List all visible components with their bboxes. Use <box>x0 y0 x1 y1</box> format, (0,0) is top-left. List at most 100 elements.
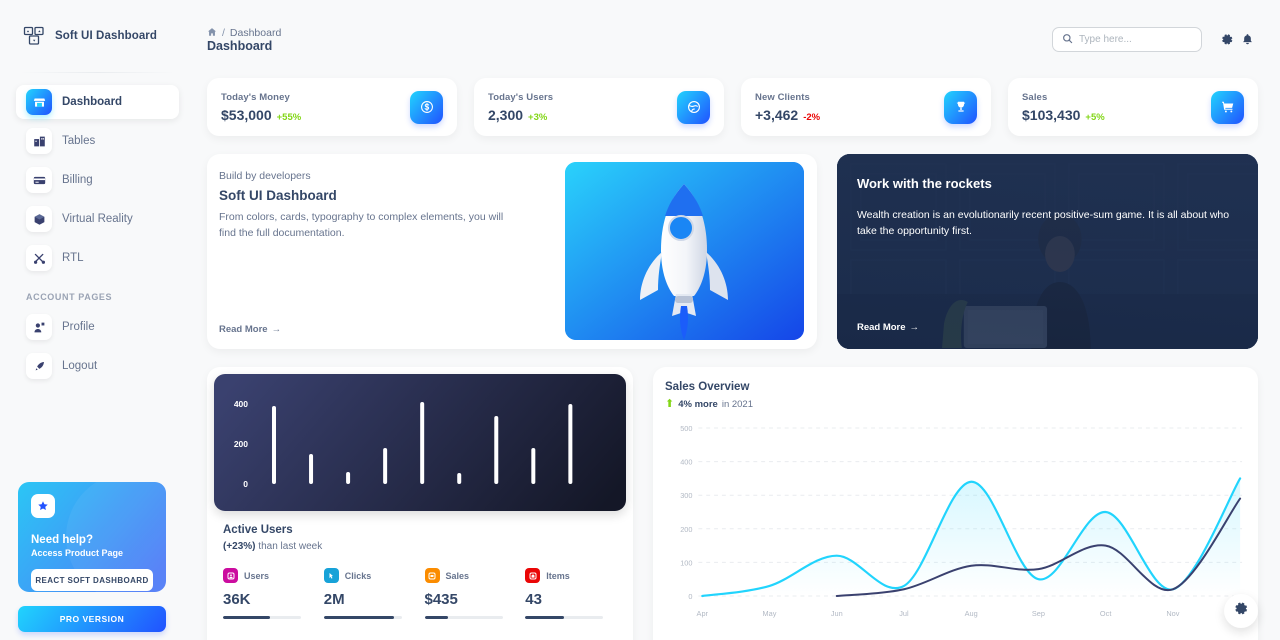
au-stat-name: Sales <box>445 570 470 581</box>
sales-overview-delta-rest: in 2021 <box>721 399 753 410</box>
svg-text:400: 400 <box>234 399 248 409</box>
profile-icon <box>26 314 52 340</box>
trophy-icon <box>944 90 977 124</box>
items-icon <box>525 568 541 583</box>
active-users-bar-chart: 400 200 0 <box>214 374 626 511</box>
react-soft-dashboard-button[interactable]: REACT SOFT DASHBOARD <box>31 569 153 591</box>
gear-icon[interactable] <box>1221 33 1234 51</box>
sales-overview-title: Sales Overview <box>665 381 750 393</box>
stat-label: New Clients <box>755 91 810 103</box>
promo-eyebrow: Build by developers <box>219 170 311 182</box>
svg-text:Apr: Apr <box>697 609 709 618</box>
au-stat-value: 2M <box>323 591 345 608</box>
au-stat-name: Clicks <box>344 570 372 581</box>
stat-label: Today's Money <box>221 91 290 103</box>
cursor-click-icon <box>323 568 339 583</box>
brand-name: Soft UI Dashboard <box>55 30 158 42</box>
bell-icon[interactable] <box>1241 33 1254 51</box>
star-icon <box>31 494 55 518</box>
read-more-link[interactable]: Read More → <box>857 322 919 333</box>
stat-card-todays-users: Today's Users 2,300 +3% <box>474 78 724 136</box>
sidebar-item-virtual-reality[interactable]: Virtual Reality <box>16 202 179 236</box>
sales-overview-card: Sales Overview ⬆ 4% more in 2021 0 100 200… <box>653 367 1258 640</box>
users-icon <box>223 568 238 583</box>
settings-fab-button[interactable] <box>1224 594 1258 628</box>
brand[interactable]: Soft UI Dashboard <box>16 0 179 72</box>
active-users-subtitle: (+23%) than last week <box>223 541 626 552</box>
stat-delta: +55% <box>276 111 302 123</box>
active-users-title: Active Users <box>223 524 293 536</box>
svg-text:Jul: Jul <box>899 609 909 618</box>
stat-label: Today's Users <box>488 91 554 103</box>
pro-version-button[interactable]: PRO VERSION <box>18 606 166 632</box>
charts-row: 400 200 0 Active Users (+23%) than last we… <box>207 367 1258 640</box>
stat-card-sales: Sales $103,430 +5% <box>1008 78 1258 136</box>
sidebar-item-logout[interactable]: Logout <box>16 349 179 383</box>
arrow-up-icon: ⬆ <box>665 398 675 410</box>
au-progress-bar <box>223 616 301 619</box>
shop-icon <box>26 89 52 115</box>
read-more-label: Read More <box>856 322 906 333</box>
stat-card-new-clients: New Clients +3,462 -2% <box>741 78 991 136</box>
svg-text:300: 300 <box>680 491 692 500</box>
svg-text:Nov: Nov <box>1166 609 1179 618</box>
sidebar-item-billing[interactable]: Billing <box>16 163 179 197</box>
gear-icon <box>1234 601 1249 621</box>
sidebar-item-label: Virtual Reality <box>62 213 133 225</box>
sidebar-item-label: Dashboard <box>62 96 123 108</box>
sidebar-item-rtl[interactable]: RTL <box>16 241 179 275</box>
sidebar-item-label: Profile <box>62 321 95 333</box>
soft-ui-logo-icon <box>22 24 46 48</box>
breadcrumb-separator: / <box>222 27 225 39</box>
svg-text:200: 200 <box>680 525 692 534</box>
svg-text:Sep: Sep <box>1032 609 1045 618</box>
svg-text:100: 100 <box>680 558 692 567</box>
sidebar-item-label: Tables <box>62 135 96 147</box>
rocket-icon <box>26 353 52 379</box>
sidebar-item-tables[interactable]: Tables <box>16 124 179 158</box>
sidebar-section-label: ACCOUNT PAGES <box>26 292 113 302</box>
help-card-title: Need help? <box>31 534 93 546</box>
read-more-link[interactable]: Read More → <box>219 324 281 335</box>
svg-text:400: 400 <box>680 458 692 467</box>
stat-cards: Today's Money $53,000 +55% Today's Users… <box>207 78 1258 136</box>
au-stat-clicks: Clicks 2M <box>323 568 425 619</box>
world-icon <box>677 90 710 124</box>
arrow-right-icon: → <box>271 324 282 335</box>
cart-icon <box>1211 90 1244 124</box>
search-box[interactable] <box>1052 27 1202 52</box>
au-stat-items: Items 43 <box>525 568 626 619</box>
svg-text:200: 200 <box>234 439 248 449</box>
au-progress-bar <box>323 616 402 619</box>
svg-text:Aug: Aug <box>965 609 978 618</box>
stat-label: Sales <box>1022 91 1048 103</box>
top-header: / Dashboard Dashboard <box>195 0 1280 72</box>
dashboard-page: Soft UI Dashboard Dashboard Tables Billi… <box>0 0 1280 640</box>
search-input[interactable] <box>1079 34 1192 45</box>
sidebar-item-dashboard[interactable]: Dashboard <box>16 85 179 119</box>
breadcrumb-current[interactable]: Dashboard <box>230 27 281 39</box>
stat-delta: -2% <box>803 111 821 123</box>
svg-text:Jun: Jun <box>831 609 843 618</box>
sidebar-item-profile[interactable]: Profile <box>16 310 179 344</box>
au-stat-name: Users <box>244 570 270 581</box>
sales-overview-subtitle: ⬆ 4% more in 2021 <box>665 398 1246 411</box>
stat-delta: +3% <box>528 111 548 123</box>
svg-text:0: 0 <box>243 479 248 489</box>
stat-value: $53,000 <box>221 106 272 123</box>
svg-text:500: 500 <box>680 424 692 433</box>
promo-right-title: Work with the rockets <box>856 176 992 191</box>
stat-value: +3,462 <box>755 106 799 123</box>
main-content: Today's Money $53,000 +55% Today's Users… <box>195 72 1280 640</box>
work-with-rockets-card: Work with the rockets Wealth creation is… <box>836 154 1258 349</box>
au-progress-bar <box>424 616 503 619</box>
sales-overview-line-chart: 0 100 200 300 400 500 Apr May Jun Jul Aug Sep Oct Nov… <box>680 424 1246 618</box>
rocket-illustration <box>564 162 804 340</box>
help-card-subtitle: Access Product Page <box>31 548 124 558</box>
credit-card-icon <box>26 167 52 193</box>
arrow-right-icon: → <box>909 322 920 333</box>
promo-title: Soft UI Dashboard <box>219 188 337 203</box>
box-3d-icon <box>26 206 52 232</box>
sidebar: Soft UI Dashboard Dashboard Tables Billi… <box>0 0 195 640</box>
build-by-developers-card: Build by developers Soft UI Dashboard Fr… <box>207 154 817 349</box>
